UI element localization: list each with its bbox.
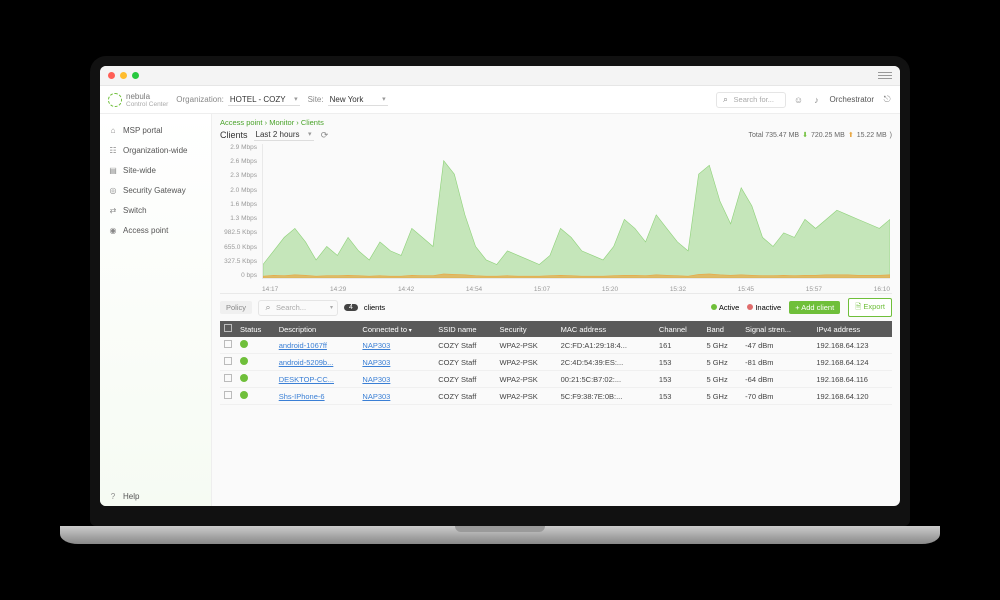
column-header[interactable]: Band	[702, 321, 741, 337]
nav-icon: ▤	[108, 165, 118, 175]
sidebar-item-label: Switch	[123, 206, 147, 215]
policy-button[interactable]: Policy	[220, 301, 252, 314]
minimize-icon[interactable]	[120, 72, 127, 79]
status-badge	[240, 340, 248, 348]
refresh-icon[interactable]: ⟳	[320, 130, 330, 140]
breadcrumb[interactable]: Access point › Monitor › Clients	[220, 118, 892, 127]
top-bar: nebula Control Center Organization: HOTE…	[100, 86, 900, 114]
add-client-button[interactable]: + Add client	[789, 301, 840, 314]
column-header[interactable]: Connected to	[358, 321, 434, 337]
legend-active: Active	[711, 303, 739, 312]
brand-logo-icon	[108, 93, 122, 107]
sidebar-item-label: Organization-wide	[123, 146, 187, 155]
column-header[interactable]: Signal stren...	[741, 321, 812, 337]
hamburger-icon[interactable]	[878, 72, 892, 79]
total-traffic: Total 735.47 MB	[748, 132, 799, 139]
column-header[interactable]: Status	[236, 321, 275, 337]
column-header[interactable]: MAC address	[557, 321, 655, 337]
window-titlebar	[100, 66, 900, 86]
column-header[interactable]: SSID name	[434, 321, 495, 337]
status-badge	[240, 357, 248, 365]
sidebar-item-label: Security Gateway	[123, 186, 186, 195]
upload-icon: ⬆	[848, 131, 854, 139]
sidebar-item-access-point[interactable]: ◉ Access point	[100, 220, 211, 240]
download-total: 720.25 MB	[811, 132, 845, 139]
close-icon[interactable]	[108, 72, 115, 79]
export-button[interactable]: 🗎 Export	[848, 298, 892, 317]
ap-link[interactable]: NAP303	[362, 341, 390, 350]
download-icon: ⬇	[802, 131, 808, 139]
table-search[interactable]: ⌕ Search... ▾	[258, 300, 338, 316]
row-checkbox[interactable]	[224, 357, 232, 365]
site-value[interactable]: New York	[328, 94, 388, 106]
status-badge	[240, 391, 248, 399]
column-header[interactable]	[220, 321, 236, 337]
traffic-chart: 2.9 Mbps2.6 Mbps2.3 Mbps2.0 Mbps1.6 Mbps…	[220, 144, 892, 294]
status-badge	[240, 374, 248, 382]
brand: nebula Control Center	[108, 92, 168, 108]
table-row[interactable]: android-1067ff NAP303 COZY Staff WPA2-PS…	[220, 337, 892, 354]
search-icon: ⌕	[721, 95, 731, 105]
sidebar-item-switch[interactable]: ⇄ Switch	[100, 200, 211, 220]
search-placeholder: Search for...	[734, 95, 774, 104]
sidebar-item-msp-portal[interactable]: ⌂ MSP portal	[100, 120, 211, 140]
nav-icon: ☷	[108, 145, 118, 155]
row-checkbox[interactable]	[224, 340, 232, 348]
nav-icon: ⇄	[108, 205, 118, 215]
search-icon: ⌕	[263, 303, 273, 313]
sidebar-item-label: MSP portal	[123, 126, 162, 135]
sidebar-item-label: Site-wide	[123, 166, 156, 175]
table-row[interactable]: android-5209b... NAP303 COZY Staff WPA2-…	[220, 354, 892, 371]
nav-icon: ⌂	[108, 125, 118, 135]
sidebar-item-organization-wide[interactable]: ☷ Organization-wide	[100, 140, 211, 160]
global-search[interactable]: ⌕ Search for...	[716, 92, 786, 108]
nav-icon: ◉	[108, 225, 118, 235]
column-header[interactable]: Channel	[655, 321, 703, 337]
column-header[interactable]: Description	[275, 321, 359, 337]
sidebar: ⌂ MSP portal ☷ Organization-wide ▤ Site-wide ◎…	[100, 114, 212, 506]
client-link[interactable]: DESKTOP-CC...	[279, 375, 334, 384]
sidebar-item-security-gateway[interactable]: ◎ Security Gateway	[100, 180, 211, 200]
upload-total: 15.22 MB	[857, 132, 887, 139]
client-count-badge: 4	[344, 304, 358, 311]
page-title: Clients	[220, 130, 248, 140]
table-row[interactable]: Shs-IPhone-6 NAP303 COZY Staff WPA2-PSK …	[220, 388, 892, 405]
bell-icon[interactable]: ♪	[812, 95, 822, 105]
organization-select[interactable]: Organization: HOTEL - COZY	[176, 94, 299, 106]
client-link[interactable]: Shs-IPhone-6	[279, 392, 325, 401]
maximize-icon[interactable]	[132, 72, 139, 79]
nav-icon: ◎	[108, 185, 118, 195]
brand-name: nebula	[126, 92, 168, 101]
ap-link[interactable]: NAP303	[362, 392, 390, 401]
logout-icon[interactable]: ⎋	[882, 95, 892, 105]
help-icon: ?	[108, 491, 118, 501]
legend-inactive: Inactive	[747, 303, 781, 312]
row-checkbox[interactable]	[224, 391, 232, 399]
sidebar-item-label: Help	[123, 492, 139, 501]
user-icon[interactable]: ☺	[794, 95, 804, 105]
sidebar-item-site-wide[interactable]: ▤ Site-wide	[100, 160, 211, 180]
time-range-select[interactable]: Last 2 hours	[254, 129, 314, 141]
client-count-label: clients	[364, 303, 385, 312]
site-select[interactable]: Site: New York	[308, 94, 388, 106]
client-link[interactable]: android-5209b...	[279, 358, 334, 367]
clients-table: StatusDescriptionConnected toSSID nameSe…	[220, 321, 892, 405]
orchestrator-link[interactable]: Orchestrator	[830, 95, 874, 104]
sidebar-item-label: Access point	[123, 226, 168, 235]
ap-link[interactable]: NAP303	[362, 375, 390, 384]
ap-link[interactable]: NAP303	[362, 358, 390, 367]
client-link[interactable]: android-1067ff	[279, 341, 327, 350]
column-header[interactable]: Security	[496, 321, 557, 337]
table-row[interactable]: DESKTOP-CC... NAP303 COZY Staff WPA2-PSK…	[220, 371, 892, 388]
organization-value[interactable]: HOTEL - COZY	[228, 94, 300, 106]
site-label: Site:	[308, 95, 324, 104]
row-checkbox[interactable]	[224, 374, 232, 382]
sidebar-item-help[interactable]: ? Help	[100, 486, 211, 506]
column-header[interactable]: IPv4 address	[812, 321, 892, 337]
organization-label: Organization:	[176, 95, 224, 104]
select-all-checkbox[interactable]	[224, 324, 232, 332]
brand-sub: Control Center	[126, 101, 168, 108]
